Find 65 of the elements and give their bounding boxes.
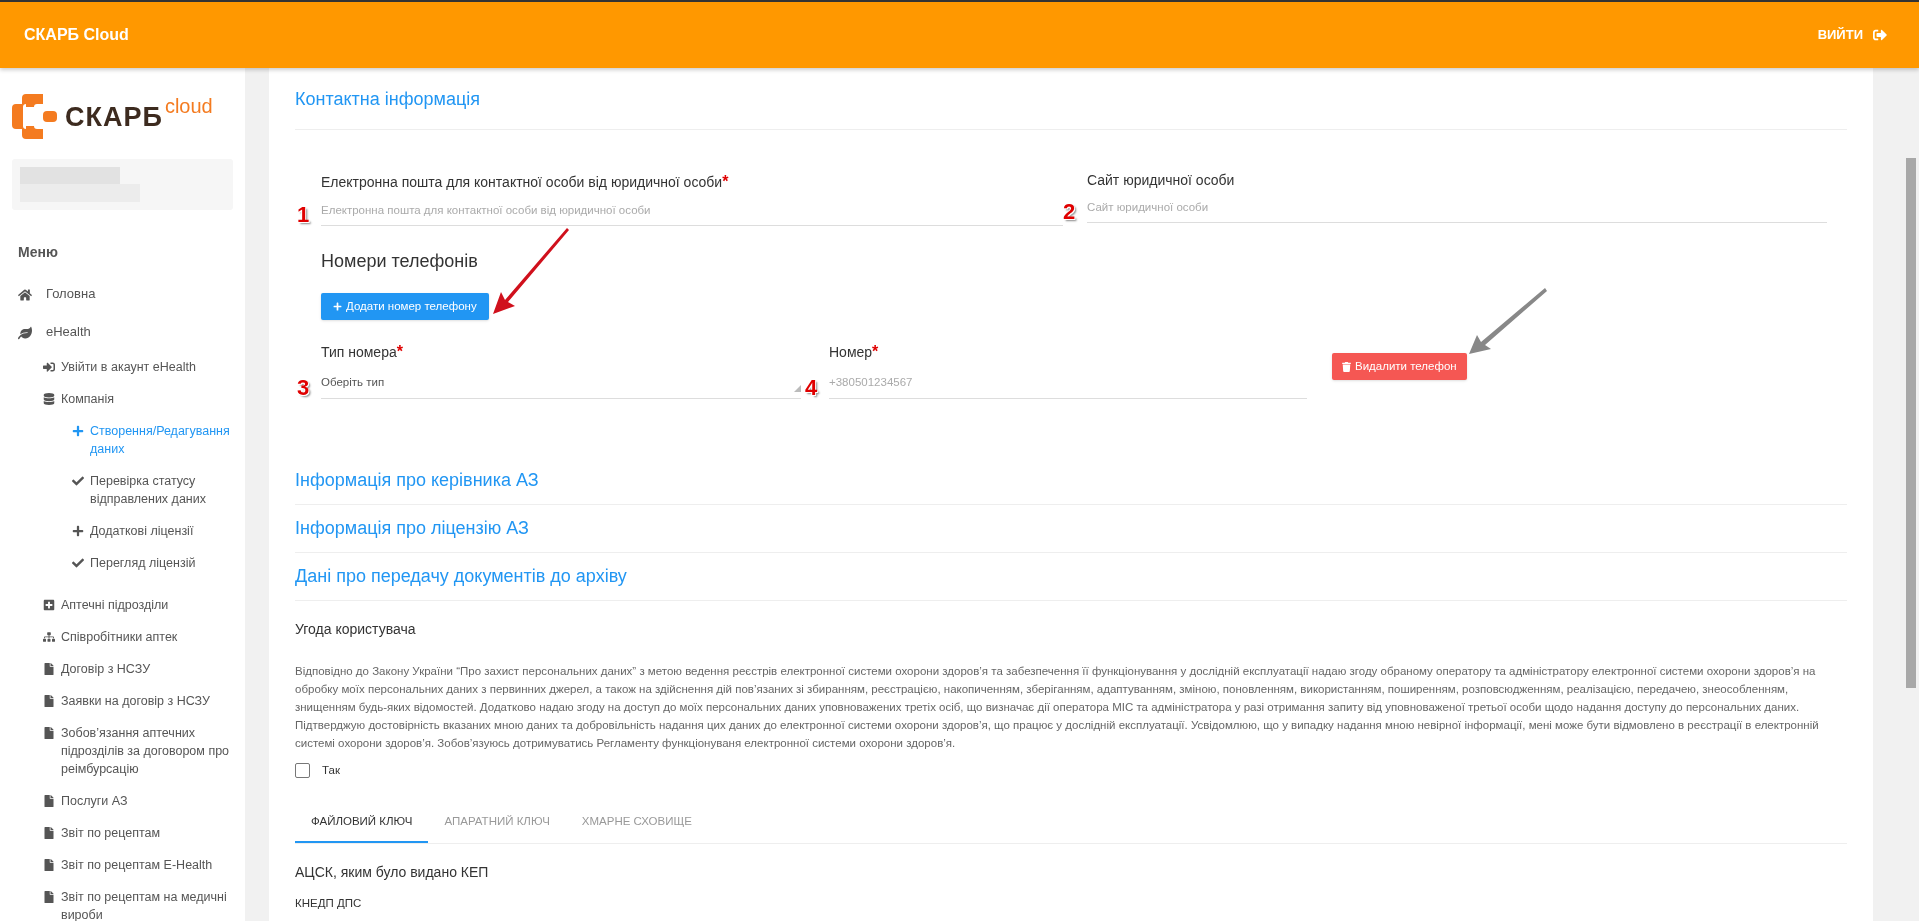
trash-icon xyxy=(1342,361,1351,372)
sidebar-item[interactable]: Співробітники аптек xyxy=(0,621,245,653)
menu-title: Меню xyxy=(17,243,59,262)
file-icon xyxy=(43,795,55,807)
agreement-text: Відповідно до Закону України “Про захист персональних даних” з метою ведення реєстрів електронної системи охорони здоров’я та забезпечення її функціонування у дослідній експлуатації надаю згоду обраному оператору та адміністратору електронної системи охорони здоров’я на обробку моїх персональних даних з первинних джерел, а також на здійснення дій пов’язаних зі збиранням, реєстрацією, накопиченням, зберіганням, адаптуванням, зміною, поновленням, використанням, поширенням, розповсюдженням, реалізацією, передачею, знеособленням, знищенням будь-яких відомостей. Додатково надаю згоду на доступ до моїх персональних даних уповноважених третіх осіб, що визначає дії оператора МІС та адміністратора у разі отримання запиту від уповноваженої третьої особи щодо надання доступу до персональних даних. Підтверджую достовірність вказаних мною даних та добровільність надання цих даних до електронної системи охорони здоров’я, що працює у дослідній експлуатації. Усвідомлюю, що у випадку надання мною невірної інформації, мені може бути відмовлено в реєстрації в електронній системі охорони здоров’я. Зобов’язуюсь дотримуватись Регламенту функціонуваня електронної системи охорони здоров’я. xyxy=(295,663,1820,751)
phone-number-field[interactable]: +380501234567 xyxy=(829,374,1307,399)
key-provider-value: КНЕДП ДПС xyxy=(295,895,1847,921)
sidebar-item[interactable]: Головна xyxy=(0,275,245,313)
section-title: Контактна інформація xyxy=(295,68,1847,130)
plus-icon xyxy=(72,425,84,437)
required-mark: * xyxy=(396,343,403,361)
logo-name: СКАРБ xyxy=(65,104,163,131)
plus-icon xyxy=(72,525,84,537)
sidebar-item[interactable]: eHealth xyxy=(0,313,245,351)
email-field[interactable]: Електронна пошта для контактної особи від юридичної особи xyxy=(321,202,1063,227)
required-mark: * xyxy=(872,343,879,361)
key-label: АЦСК, яким було видано КЕП xyxy=(295,863,490,882)
sidebar-item[interactable]: Заявки на договір з НСЗУ xyxy=(0,685,245,717)
sidebar-item[interactable]: Звіт по рецептам xyxy=(0,817,245,849)
field-label: Електронна пошта для контактної особи від юридичної особи xyxy=(321,174,723,190)
phones-title: Номери телефонів xyxy=(321,250,479,274)
check-icon xyxy=(72,475,84,487)
annotation-number: 2 xyxy=(1063,201,1077,224)
sidebar-item[interactable]: Аптечні підрозділи xyxy=(0,589,245,621)
resize-corner-icon xyxy=(794,384,801,392)
sidebar-item[interactable]: Зобов’язання аптечних підрозділів за договором про реімбурсацію xyxy=(0,717,245,785)
annotation-number: 1 xyxy=(297,204,311,227)
agreement-title: Угода користувача xyxy=(295,619,417,639)
sitemap-icon xyxy=(43,631,55,643)
file-icon xyxy=(43,859,55,871)
app-title: СКАРБ Cloud xyxy=(24,25,129,45)
home-icon xyxy=(18,288,32,302)
tab[interactable]: ФАЙЛОВИЙ КЛЮЧ xyxy=(295,800,429,843)
file-icon xyxy=(43,663,55,675)
field-label: Тип номера xyxy=(321,344,397,361)
field-label: Сайт юридичної особи xyxy=(1086,171,1236,190)
sidebar-item[interactable]: Послуги АЗ xyxy=(0,785,245,817)
sidebar-item[interactable]: Звіт по рецептам E-Health xyxy=(0,849,245,881)
annotation-number: 4 xyxy=(805,376,819,399)
sidebar-item[interactable]: Компанія xyxy=(0,383,245,415)
website-field[interactable]: Сайт юридичної особи xyxy=(1087,199,1827,224)
field-label: Номер xyxy=(829,344,873,361)
sign-in-icon xyxy=(43,361,55,373)
sidebar-item[interactable]: Перевірка статусу відправлених даних xyxy=(0,465,245,515)
file-icon xyxy=(43,827,55,839)
plus-icon xyxy=(333,302,342,312)
agree-checkbox[interactable] xyxy=(295,762,310,778)
file-icon xyxy=(43,891,55,903)
phone-type-select[interactable]: Оберіть тип xyxy=(321,374,801,399)
check-icon xyxy=(72,557,84,569)
annotation-number: 3 xyxy=(297,376,311,399)
logout-icon xyxy=(1873,28,1887,42)
logo-suffix: cloud xyxy=(164,96,213,116)
leaf-icon xyxy=(18,326,32,340)
sidebar-item[interactable]: Звіт по рецептам на медичні вироби xyxy=(0,881,245,921)
checkbox-label: Так xyxy=(322,762,340,778)
database-icon xyxy=(43,393,55,405)
required-mark: * xyxy=(722,173,729,190)
sidebar-item[interactable]: Додаткові ліцензії xyxy=(0,515,245,547)
sidebar-item[interactable]: Увійти в акаунт eHealth xyxy=(0,351,245,383)
file-icon xyxy=(43,727,55,739)
sidebar-item[interactable]: Перегляд ліцензій xyxy=(0,547,245,579)
file-icon xyxy=(43,695,55,707)
logo-icon xyxy=(12,94,57,139)
sidebar-item[interactable]: Договір з НСЗУ xyxy=(0,653,245,685)
